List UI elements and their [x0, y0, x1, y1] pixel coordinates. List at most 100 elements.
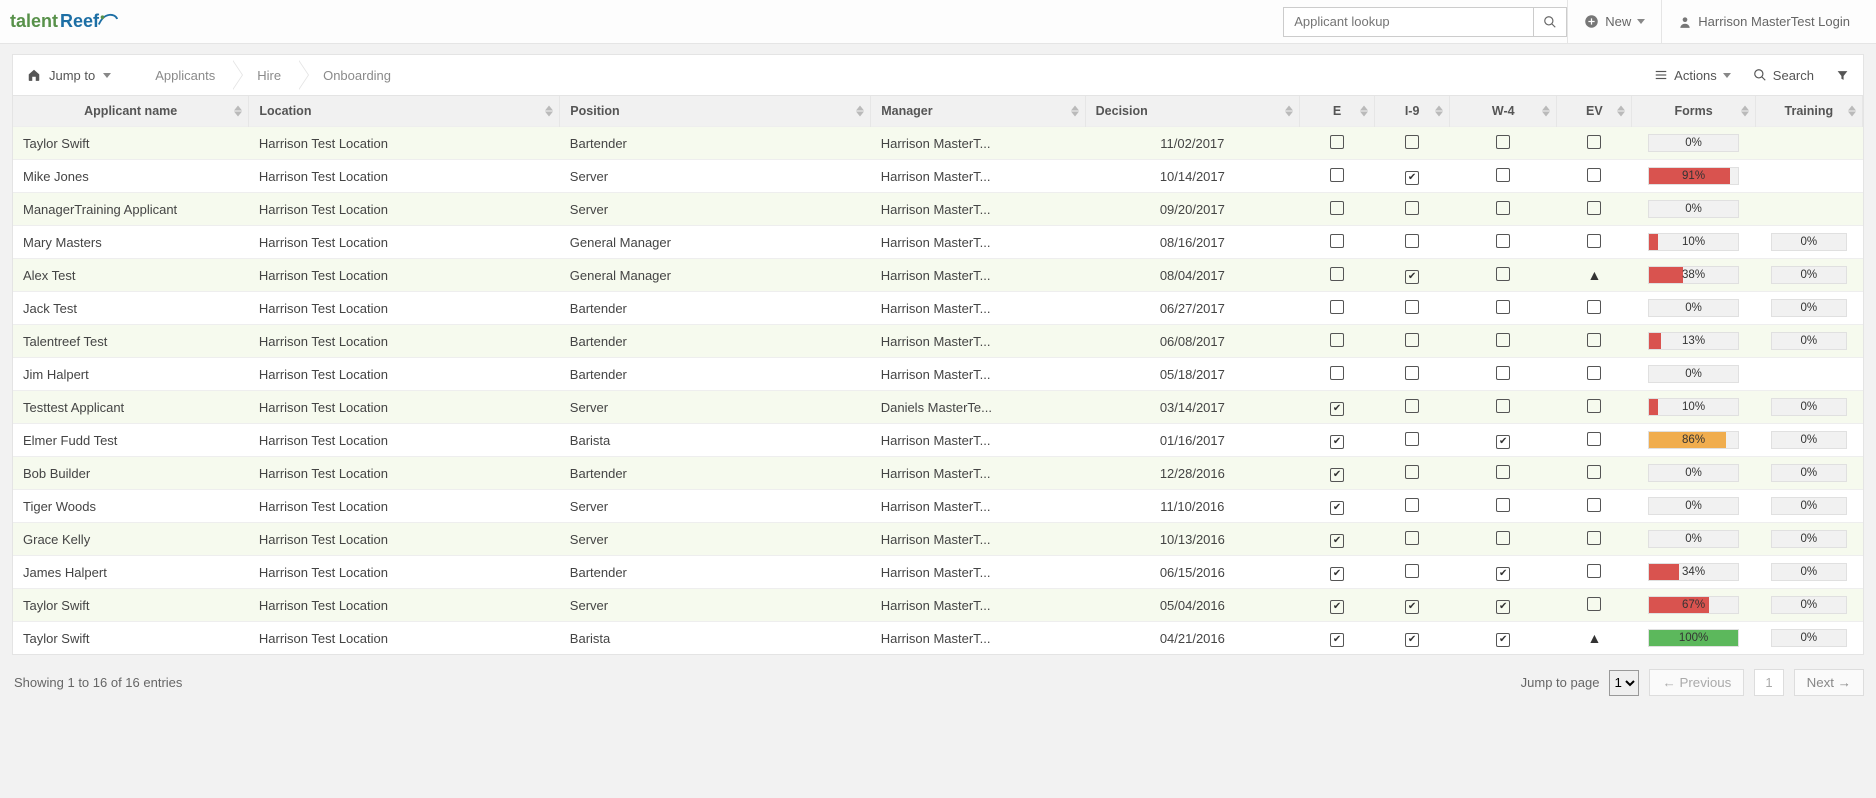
cell-i9[interactable]	[1375, 490, 1450, 523]
cell-w4[interactable]	[1450, 160, 1557, 193]
applicant-lookup-input[interactable]	[1283, 7, 1533, 37]
cell-e[interactable]	[1300, 391, 1375, 424]
prev-page-button[interactable]: ← Previous	[1649, 669, 1744, 696]
cell-e[interactable]	[1300, 490, 1375, 523]
actions-menu[interactable]: Actions	[1654, 68, 1731, 83]
column-header[interactable]: Location	[249, 96, 560, 127]
cell-ev[interactable]	[1557, 457, 1632, 490]
column-header[interactable]: EV	[1557, 96, 1632, 127]
table-row[interactable]: Taylor SwiftHarrison Test LocationServer…	[13, 589, 1863, 622]
cell-ev[interactable]	[1557, 424, 1632, 457]
cell-e[interactable]	[1300, 589, 1375, 622]
cell-ev[interactable]	[1557, 226, 1632, 259]
cell-e[interactable]	[1300, 325, 1375, 358]
cell-w4[interactable]	[1450, 457, 1557, 490]
table-row[interactable]: Testtest ApplicantHarrison Test Location…	[13, 391, 1863, 424]
cell-ev[interactable]	[1557, 358, 1632, 391]
table-row[interactable]: Talentreef TestHarrison Test LocationBar…	[13, 325, 1863, 358]
table-row[interactable]: Taylor SwiftHarrison Test LocationBarist…	[13, 622, 1863, 655]
cell-w4[interactable]	[1450, 589, 1557, 622]
cell-w4[interactable]	[1450, 127, 1557, 160]
cell-e[interactable]	[1300, 622, 1375, 655]
cell-i9[interactable]	[1375, 556, 1450, 589]
cell-i9[interactable]	[1375, 523, 1450, 556]
table-row[interactable]: Tiger WoodsHarrison Test LocationServerH…	[13, 490, 1863, 523]
cell-ev[interactable]	[1557, 556, 1632, 589]
cell-ev[interactable]	[1557, 193, 1632, 226]
jump-to-page-select[interactable]: 1	[1609, 670, 1639, 696]
search-toggle[interactable]: Search	[1753, 68, 1814, 83]
applicant-lookup-button[interactable]	[1533, 7, 1567, 37]
cell-w4[interactable]	[1450, 523, 1557, 556]
cell-w4[interactable]	[1450, 622, 1557, 655]
cell-e[interactable]	[1300, 127, 1375, 160]
cell-e[interactable]	[1300, 556, 1375, 589]
cell-ev[interactable]	[1557, 160, 1632, 193]
column-header[interactable]: Manager	[871, 96, 1085, 127]
breadcrumb-item[interactable]: Hire	[233, 60, 299, 90]
table-row[interactable]: Taylor SwiftHarrison Test LocationBarten…	[13, 127, 1863, 160]
cell-e[interactable]	[1300, 358, 1375, 391]
cell-i9[interactable]	[1375, 424, 1450, 457]
cell-ev[interactable]: ▲	[1557, 622, 1632, 655]
cell-i9[interactable]	[1375, 358, 1450, 391]
cell-e[interactable]	[1300, 193, 1375, 226]
cell-ev[interactable]	[1557, 292, 1632, 325]
cell-w4[interactable]	[1450, 193, 1557, 226]
cell-ev[interactable]	[1557, 127, 1632, 160]
table-row[interactable]: Alex TestHarrison Test LocationGeneral M…	[13, 259, 1863, 292]
cell-i9[interactable]	[1375, 391, 1450, 424]
table-row[interactable]: Jack TestHarrison Test LocationBartender…	[13, 292, 1863, 325]
cell-w4[interactable]	[1450, 424, 1557, 457]
cell-w4[interactable]	[1450, 490, 1557, 523]
cell-e[interactable]	[1300, 457, 1375, 490]
cell-ev[interactable]	[1557, 490, 1632, 523]
filter-toggle[interactable]	[1836, 69, 1849, 82]
jump-to-menu[interactable]: Jump to	[27, 68, 111, 83]
table-row[interactable]: ManagerTraining ApplicantHarrison Test L…	[13, 193, 1863, 226]
cell-w4[interactable]	[1450, 358, 1557, 391]
cell-i9[interactable]	[1375, 259, 1450, 292]
column-header[interactable]: I-9	[1375, 96, 1450, 127]
cell-e[interactable]	[1300, 259, 1375, 292]
cell-ev[interactable]	[1557, 523, 1632, 556]
cell-w4[interactable]	[1450, 259, 1557, 292]
cell-i9[interactable]	[1375, 292, 1450, 325]
breadcrumb-item[interactable]: Applicants	[131, 60, 233, 90]
column-header[interactable]: Training	[1755, 96, 1862, 127]
column-header[interactable]: Decision	[1085, 96, 1299, 127]
column-header[interactable]: Applicant name	[13, 96, 249, 127]
cell-w4[interactable]	[1450, 226, 1557, 259]
cell-ev[interactable]	[1557, 391, 1632, 424]
table-row[interactable]: Jim HalpertHarrison Test LocationBartend…	[13, 358, 1863, 391]
column-header[interactable]: Position	[560, 96, 871, 127]
table-row[interactable]: Mary MastersHarrison Test LocationGenera…	[13, 226, 1863, 259]
new-menu[interactable]: New	[1568, 0, 1661, 44]
cell-ev[interactable]	[1557, 589, 1632, 622]
cell-i9[interactable]	[1375, 589, 1450, 622]
cell-i9[interactable]	[1375, 127, 1450, 160]
table-row[interactable]: Elmer Fudd TestHarrison Test LocationBar…	[13, 424, 1863, 457]
cell-e[interactable]	[1300, 292, 1375, 325]
cell-i9[interactable]	[1375, 457, 1450, 490]
cell-i9[interactable]	[1375, 160, 1450, 193]
table-row[interactable]: James HalpertHarrison Test LocationBarte…	[13, 556, 1863, 589]
column-header[interactable]: W-4	[1450, 96, 1557, 127]
table-row[interactable]: Bob BuilderHarrison Test LocationBartend…	[13, 457, 1863, 490]
cell-e[interactable]	[1300, 226, 1375, 259]
table-row[interactable]: Grace KellyHarrison Test LocationServerH…	[13, 523, 1863, 556]
cell-i9[interactable]	[1375, 622, 1450, 655]
cell-w4[interactable]	[1450, 556, 1557, 589]
cell-w4[interactable]	[1450, 292, 1557, 325]
cell-w4[interactable]	[1450, 325, 1557, 358]
logo[interactable]: talentReef	[10, 8, 119, 36]
cell-w4[interactable]	[1450, 391, 1557, 424]
cell-ev[interactable]	[1557, 325, 1632, 358]
column-header[interactable]: E	[1300, 96, 1375, 127]
cell-e[interactable]	[1300, 160, 1375, 193]
cell-e[interactable]	[1300, 424, 1375, 457]
breadcrumb-item[interactable]: Onboarding	[299, 60, 409, 90]
cell-e[interactable]	[1300, 523, 1375, 556]
column-header[interactable]: Forms	[1632, 96, 1755, 127]
user-menu[interactable]: Harrison MasterTest Login	[1662, 0, 1866, 44]
